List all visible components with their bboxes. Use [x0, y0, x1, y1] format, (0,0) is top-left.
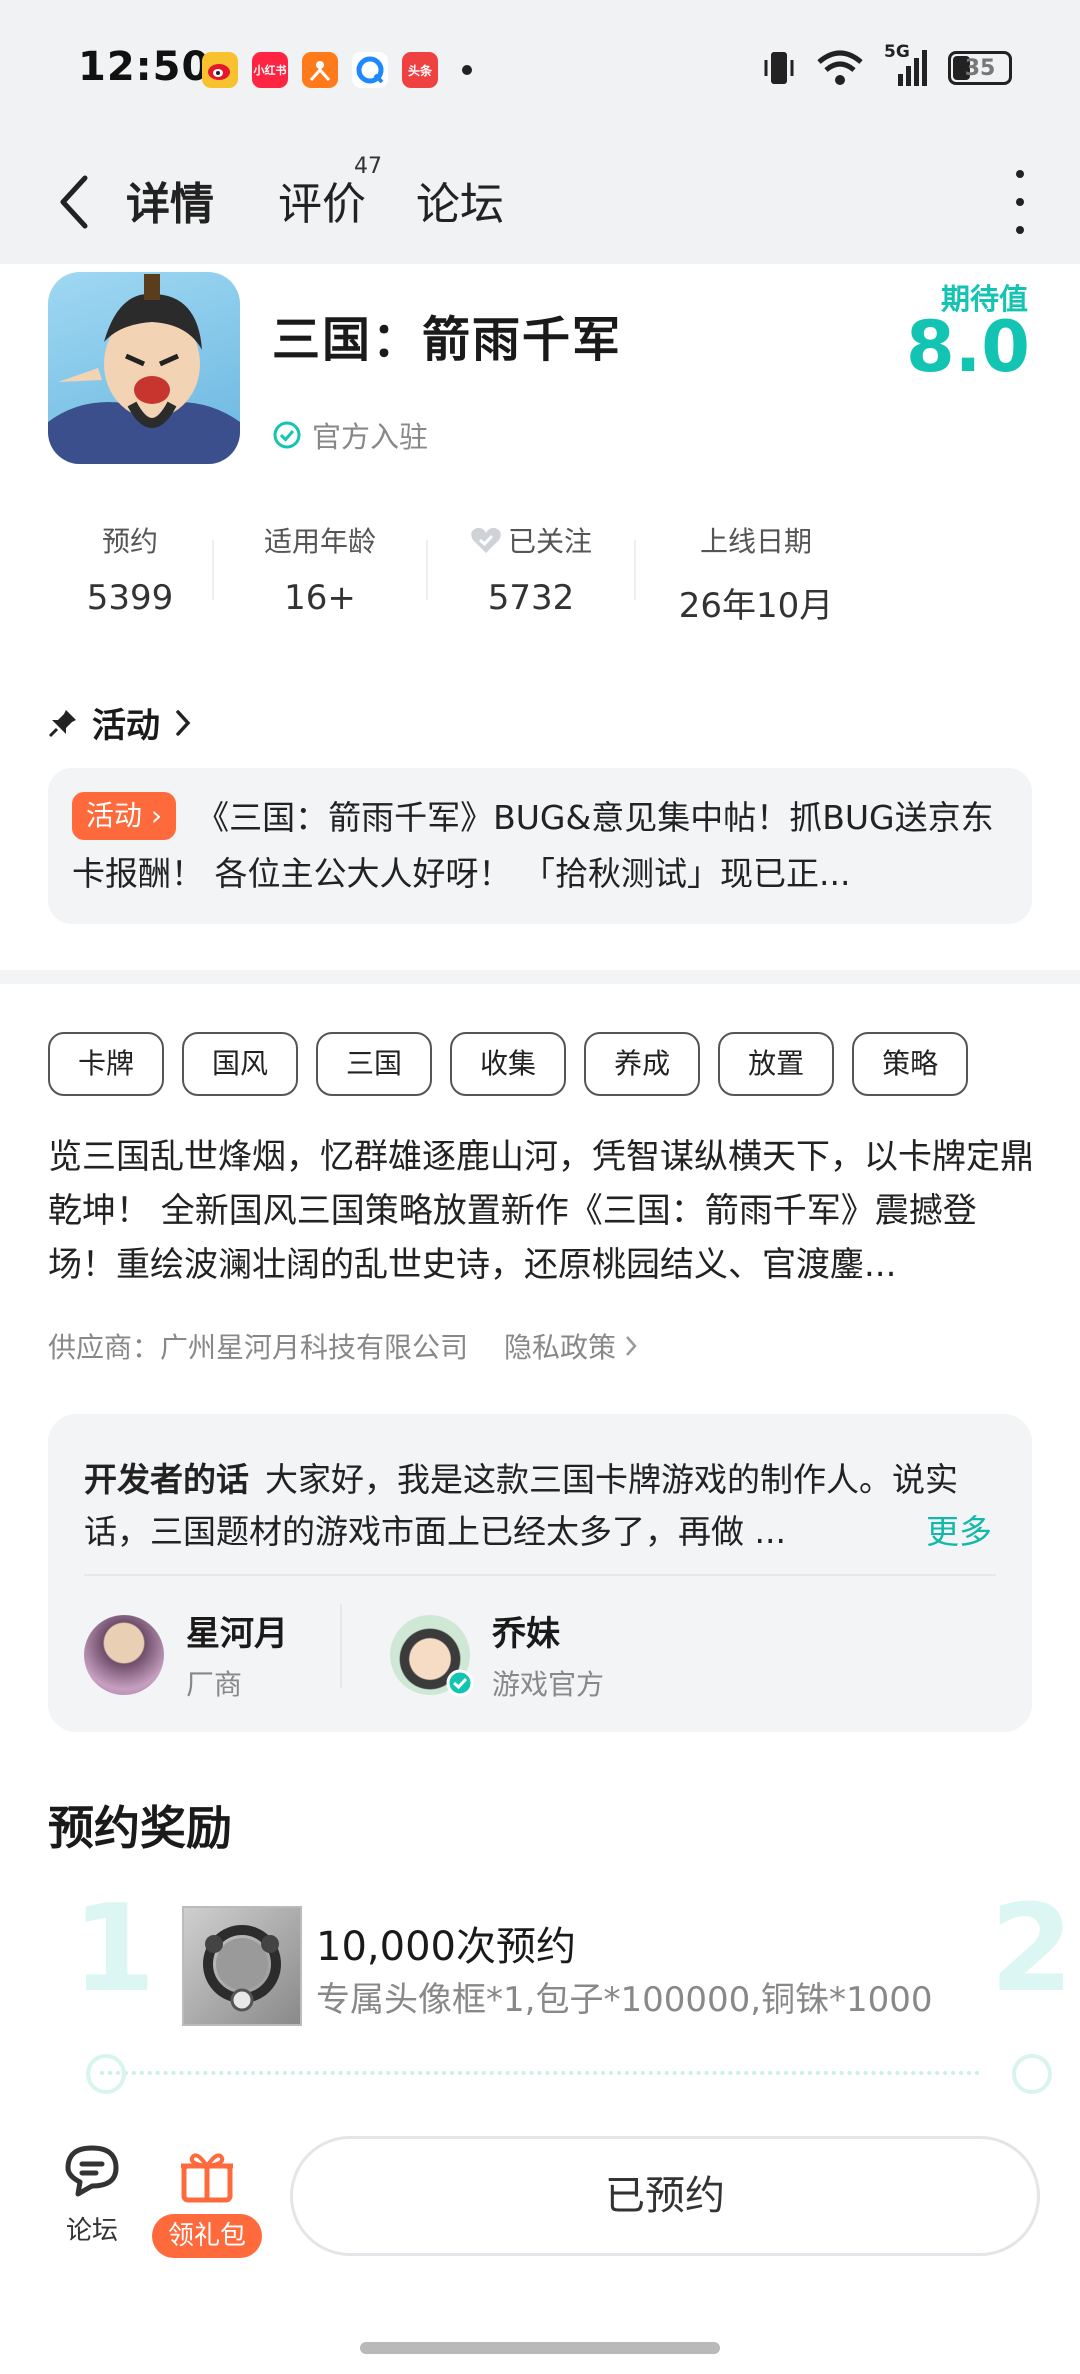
forum-button[interactable]: 论坛: [56, 2142, 128, 2247]
tag-sanguo[interactable]: 三国: [316, 1032, 433, 1096]
check-circle-icon: [273, 421, 301, 449]
developer-label: 开发者的话: [84, 1460, 249, 1499]
rating-value: 8.0: [905, 306, 1030, 388]
tab-detail[interactable]: 详情: [122, 168, 218, 232]
status-right: 5G 35: [762, 42, 1012, 88]
stat-age: 适用年龄 16+: [263, 525, 376, 618]
reward-avatar-frame-image[interactable]: [182, 1906, 302, 2026]
bottom-bar: 论坛 领礼包 已预约: [0, 2106, 1080, 2374]
reward-desc: 专属头像框*1,包子*100000,铜铢*1000: [316, 1980, 933, 2020]
tag-collect[interactable]: 收集: [450, 1032, 567, 1096]
tag-nurture[interactable]: 养成: [584, 1032, 701, 1096]
gift-pack-button[interactable]: 领礼包: [150, 2146, 264, 2258]
back-button[interactable]: [44, 162, 104, 242]
tag-guofeng[interactable]: 国风: [182, 1032, 299, 1096]
tag-list: 卡牌 国风 三国 收集 养成 放置 策略: [48, 1032, 969, 1096]
status-bar: 12:50 小红书 头条 5G 35: [0, 0, 1080, 140]
developer-divider: [84, 1574, 996, 1576]
developer-card[interactable]: 开发者的话 大家好，我是这款三国卡牌游戏的制作人。说实话，三国题材的游戏市面上已经…: [48, 1414, 1032, 1732]
home-indicator[interactable]: [360, 2342, 720, 2354]
gift-icon: [181, 2153, 233, 2203]
chevron-left-icon: [60, 175, 88, 229]
privacy-policy-link[interactable]: 隐私政策: [504, 1326, 638, 1366]
vibrate-icon: [764, 52, 794, 84]
activity-card[interactable]: 活动 › 《三国：箭雨千军》BUG&意见集中帖！抓BUG送京东卡报酬！ 各位主公大…: [48, 768, 1032, 924]
developer-more-link[interactable]: 更多: [920, 1506, 992, 1558]
developer-vendor[interactable]: 星河月 厂商: [84, 1606, 288, 1703]
notification-icons: 小红书 头条: [202, 52, 472, 88]
reward-progress-node: [86, 2054, 126, 2094]
tag-idle[interactable]: 放置: [718, 1032, 835, 1096]
tag-strategy[interactable]: 策略: [852, 1032, 969, 1096]
more-options-button[interactable]: [1010, 170, 1030, 234]
signal-icon: 5G: [884, 42, 928, 88]
avatar: [84, 1614, 164, 1695]
reward-name: 10,000次预约: [316, 1924, 576, 1970]
battery-icon: 35: [948, 51, 1012, 85]
wifi-icon: [817, 50, 863, 85]
status-time: 12:50: [78, 44, 211, 90]
pin-icon: [48, 709, 76, 737]
game-title: 三国：箭雨千军: [272, 312, 623, 368]
chevron-right-icon: [626, 1336, 637, 1356]
activity-badge: 活动 ›: [72, 792, 177, 840]
more-notifications-dot: [462, 65, 472, 75]
developer-divider-vertical: [340, 1604, 342, 1688]
heart-check-icon: [471, 527, 501, 553]
developer-official[interactable]: 乔妹 游戏官方: [390, 1606, 604, 1703]
supplier-row: 供应商：广州星河月科技有限公司 隐私政策: [48, 1326, 638, 1366]
reserved-button[interactable]: 已预约: [290, 2136, 1040, 2256]
reward-progress-line: [100, 2071, 980, 2075]
review-count: 47: [354, 154, 382, 179]
developer-text: 开发者的话 大家好，我是这款三国卡牌游戏的制作人。说实话，三国题材的游戏市面上已经…: [84, 1460, 958, 1551]
browser-icon: [352, 52, 388, 88]
tab-review[interactable]: 评价 47: [278, 154, 382, 232]
top-nav: 详情 评价 47 论坛: [0, 140, 1080, 264]
tab-forum[interactable]: 论坛: [416, 168, 504, 232]
reward-tier-number: 1: [72, 1880, 156, 2019]
xiaohongshu-icon: 小红书: [252, 52, 288, 88]
reward-tier-number: 2: [990, 1880, 1074, 2019]
stat-followed[interactable]: 已关注 5732: [428, 520, 634, 620]
stats-row: 预约 5399 适用年龄 16+ 已关注 5732 上线日期 26年10月: [48, 520, 876, 626]
rewards-title: 预约奖励: [48, 1801, 232, 1855]
activity-header[interactable]: 活动: [48, 698, 192, 747]
stat-reservations: 预约 5399: [86, 525, 174, 618]
game-icon: [48, 272, 240, 464]
reward-progress-node: [1012, 2054, 1052, 2094]
avatar: [390, 1614, 474, 1696]
tag-card[interactable]: 卡牌: [48, 1032, 165, 1096]
chevron-right-icon: [176, 709, 191, 736]
section-divider: [0, 970, 1080, 984]
app-orange-icon: [302, 52, 338, 88]
chat-bubble-icon: [65, 2145, 119, 2197]
weibo-icon: [202, 52, 238, 88]
verified-icon: [446, 1669, 474, 1696]
toutiao-icon: 头条: [402, 52, 438, 88]
stat-release-date: 上线日期 26年10月: [678, 525, 834, 626]
official-badge: 官方入驻: [272, 414, 428, 456]
supplier-text: 供应商：广州星河月科技有限公司: [48, 1331, 469, 1364]
game-description[interactable]: 览三国乱世烽烟，忆群雄逐鹿山河，凭智谋纵横天下，以卡牌定鼎乾坤！ 全新国风三国策…: [48, 1130, 1038, 1292]
activity-text: 《三国：箭雨千军》BUG&意见集中帖！抓BUG送京东卡报酬！ 各位主公大人好呀！…: [72, 798, 994, 893]
